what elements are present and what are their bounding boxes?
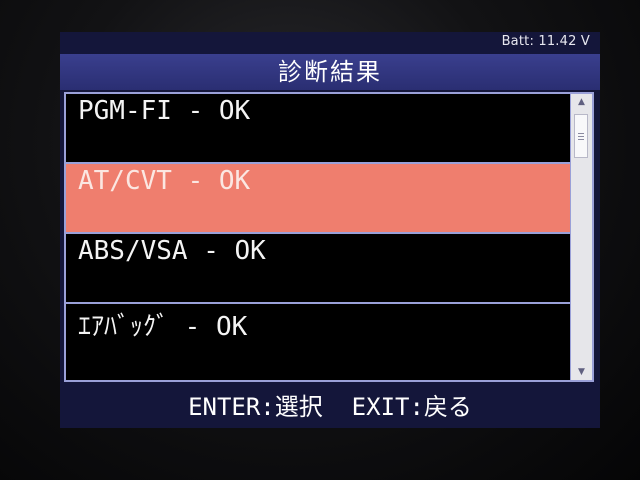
scrollbar-grip xyxy=(578,139,584,140)
results-list: PGM-FI - OK AT/CVT - OK ABS/VSA - OK ｴｱﾊ… xyxy=(66,94,570,380)
results-list-frame: PGM-FI - OK AT/CVT - OK ABS/VSA - OK ｴｱﾊ… xyxy=(64,92,594,382)
page-title: 診断結果 xyxy=(60,54,600,90)
list-scrollbar[interactable]: ▲ ▼ xyxy=(570,94,592,380)
exit-back-hint: EXIT:戻る xyxy=(351,393,472,421)
scrollbar-grip xyxy=(578,136,584,137)
battery-voltage: Batt: 11.42 V xyxy=(501,34,590,49)
list-item-airbag[interactable]: ｴｱﾊﾞｯｸﾞ - OK xyxy=(66,304,570,372)
scrollbar-grip xyxy=(578,133,584,134)
list-item-label: PGM-FI - OK xyxy=(78,96,251,126)
key-hints: ENTER:選択 EXIT:戻る xyxy=(60,388,600,426)
list-item-abs-vsa[interactable]: ABS/VSA - OK xyxy=(66,234,570,302)
scroll-up-arrow-icon[interactable]: ▲ xyxy=(571,94,592,110)
list-item-label: AT/CVT - OK xyxy=(78,166,251,196)
list-item-label: ABS/VSA - OK xyxy=(78,236,266,266)
scrollbar-thumb[interactable] xyxy=(574,114,588,158)
list-item-pgm-fi[interactable]: PGM-FI - OK xyxy=(66,94,570,162)
list-item-label: ｴｱﾊﾞｯｸﾞ - OK xyxy=(78,312,248,342)
diagnostic-screen: Batt: 11.42 V 診断結果 PGM-FI - OK AT/CVT - … xyxy=(60,32,600,428)
scroll-down-arrow-icon[interactable]: ▼ xyxy=(571,364,592,380)
enter-select-hint: ENTER:選択 xyxy=(188,393,323,421)
list-item-at-cvt[interactable]: AT/CVT - OK xyxy=(66,164,570,232)
device-bezel: Batt: 11.42 V 診断結果 PGM-FI - OK AT/CVT - … xyxy=(0,0,640,480)
